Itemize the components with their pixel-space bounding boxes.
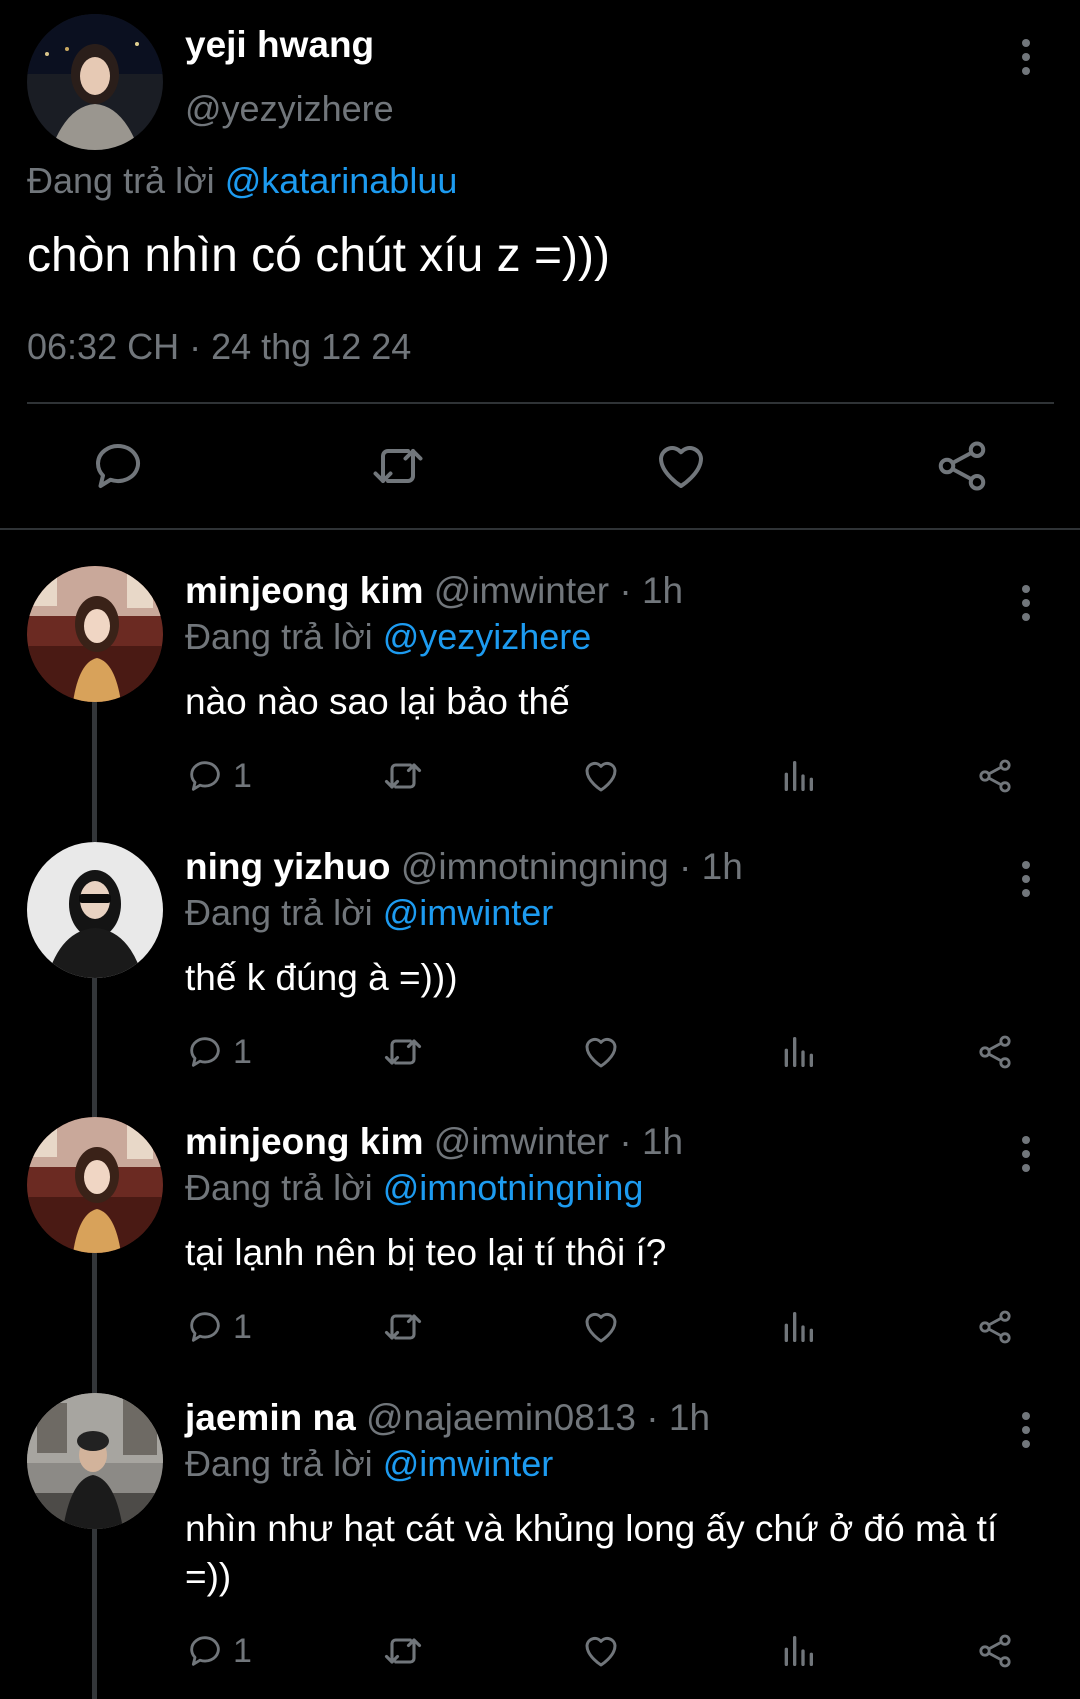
avatar[interactable] (27, 1393, 163, 1529)
author-handle[interactable]: @imnotningning · 1h (401, 846, 743, 887)
heart-icon[interactable] (651, 436, 711, 496)
author-name[interactable]: minjeong kim (185, 1121, 423, 1162)
views-icon[interactable] (778, 1305, 818, 1349)
share-icon[interactable] (975, 1030, 1015, 1074)
tweet-timestamp[interactable]: 06:32 CH · 24 thg 12 24 (27, 326, 411, 368)
tweet-text: thế k đúng à =))) (185, 957, 458, 998)
main-tweet: yeji hwang @yezyizhere Đang trả lời @kat… (0, 0, 1080, 530)
tweet-text: nhìn như hạt cát và khủng long ấy chứ ở … (185, 1508, 998, 1597)
replying-to: Đang trả lời @katarinabluu (27, 160, 457, 202)
more-vertical-icon[interactable] (1011, 578, 1041, 628)
reply-header: minjeong kim @imwinter · 1h (185, 570, 683, 612)
share-icon[interactable] (975, 1305, 1015, 1349)
author-handle[interactable]: @najaemin0813 · 1h (366, 1397, 710, 1438)
mention-link[interactable]: @katarinabluu (225, 160, 458, 201)
replying-to: Đang trả lời @imnotningning (185, 1167, 643, 1209)
author-name[interactable]: ning yizhuo (185, 846, 391, 887)
tweet-text: tại lạnh nên bị teo lại tí thôi í? (185, 1232, 667, 1273)
share-icon[interactable] (975, 754, 1015, 798)
author-handle[interactable]: @imwinter · 1h (434, 1121, 683, 1162)
reply-count: 1 (233, 1631, 252, 1670)
heart-icon[interactable] (580, 1629, 622, 1673)
reply-tweet[interactable]: minjeong kim @imwinter · 1h Đang trả lời… (0, 1117, 1080, 1393)
heart-icon[interactable] (580, 1305, 622, 1349)
views-icon[interactable] (778, 1030, 818, 1074)
replying-to: Đang trả lời @yezyizhere (185, 616, 591, 658)
retweet-icon[interactable] (368, 436, 428, 496)
reply-tweet[interactable]: jaemin na @najaemin0813 · 1h Đang trả lờ… (0, 1393, 1080, 1699)
author-name[interactable]: jaemin na (185, 1397, 356, 1438)
replying-to-label: Đang trả lời (185, 616, 383, 657)
reply-icon (190, 1636, 220, 1666)
retweet-icon[interactable] (381, 1030, 425, 1074)
mention-link[interactable]: @imwinter (383, 892, 554, 933)
tweet-actions: 1 (0, 1030, 1080, 1080)
reply-count: 1 (233, 1307, 252, 1346)
tweet-actions: 1 (0, 1629, 1080, 1679)
avatar[interactable] (27, 14, 163, 150)
views-icon[interactable] (778, 754, 818, 798)
mention-link[interactable]: @imnotningning (383, 1167, 644, 1208)
author-handle[interactable]: @imwinter · 1h (434, 570, 683, 611)
retweet-icon[interactable] (381, 1305, 425, 1349)
avatar[interactable] (27, 1117, 163, 1253)
tweet-text: chòn nhìn có chút xíu z =))) (27, 229, 610, 282)
reply-button[interactable]: 1 (185, 1305, 252, 1349)
avatar[interactable] (27, 566, 163, 702)
reply-icon[interactable] (88, 436, 148, 496)
reply-button[interactable]: 1 (185, 1030, 252, 1074)
retweet-icon[interactable] (381, 1629, 425, 1673)
more-vertical-icon[interactable] (1011, 1405, 1041, 1455)
heart-icon[interactable] (580, 754, 622, 798)
reply-count: 1 (233, 1032, 252, 1071)
reply-header: minjeong kim @imwinter · 1h (185, 1121, 683, 1163)
author-handle[interactable]: @yezyizhere (185, 88, 394, 130)
reply-button[interactable]: 1 (185, 1629, 252, 1673)
reply-icon (190, 1312, 220, 1342)
reply-tweet[interactable]: minjeong kim @imwinter · 1h Đang trả lời… (0, 566, 1080, 842)
reply-button[interactable]: 1 (185, 754, 252, 798)
more-vertical-icon[interactable] (1011, 1129, 1041, 1179)
heart-icon[interactable] (580, 1030, 622, 1074)
tweet-actions: 1 (0, 754, 1080, 804)
more-vertical-icon[interactable] (1011, 32, 1041, 82)
views-icon[interactable] (778, 1629, 818, 1673)
replying-to: Đang trả lời @imwinter (185, 892, 553, 934)
reply-tweet[interactable]: ning yizhuo @imnotningning · 1h Đang trả… (0, 842, 1080, 1118)
reply-header: jaemin na @najaemin0813 · 1h (185, 1397, 710, 1439)
replying-to-label: Đang trả lời (185, 1443, 383, 1484)
divider (27, 402, 1054, 404)
avatar[interactable] (27, 842, 163, 978)
reply-count: 1 (233, 756, 252, 795)
share-icon[interactable] (932, 436, 992, 496)
reply-icon (190, 761, 220, 791)
share-icon[interactable] (975, 1629, 1015, 1673)
author-name[interactable]: yeji hwang (185, 24, 374, 66)
tweet-text: nào nào sao lại bảo thế (185, 681, 570, 722)
reply-header: ning yizhuo @imnotningning · 1h (185, 846, 743, 888)
replying-to-label: Đang trả lời (185, 1167, 383, 1208)
divider (0, 528, 1080, 530)
mention-link[interactable]: @imwinter (383, 1443, 554, 1484)
replying-to: Đang trả lời @imwinter (185, 1443, 553, 1485)
replying-to-label: Đang trả lời (27, 160, 225, 201)
mention-link[interactable]: @yezyizhere (383, 616, 592, 657)
tweet-actions: 1 (0, 1305, 1080, 1355)
more-vertical-icon[interactable] (1011, 854, 1041, 904)
retweet-icon[interactable] (381, 754, 425, 798)
reply-icon (190, 1037, 220, 1067)
author-name[interactable]: minjeong kim (185, 570, 423, 611)
replying-to-label: Đang trả lời (185, 892, 383, 933)
